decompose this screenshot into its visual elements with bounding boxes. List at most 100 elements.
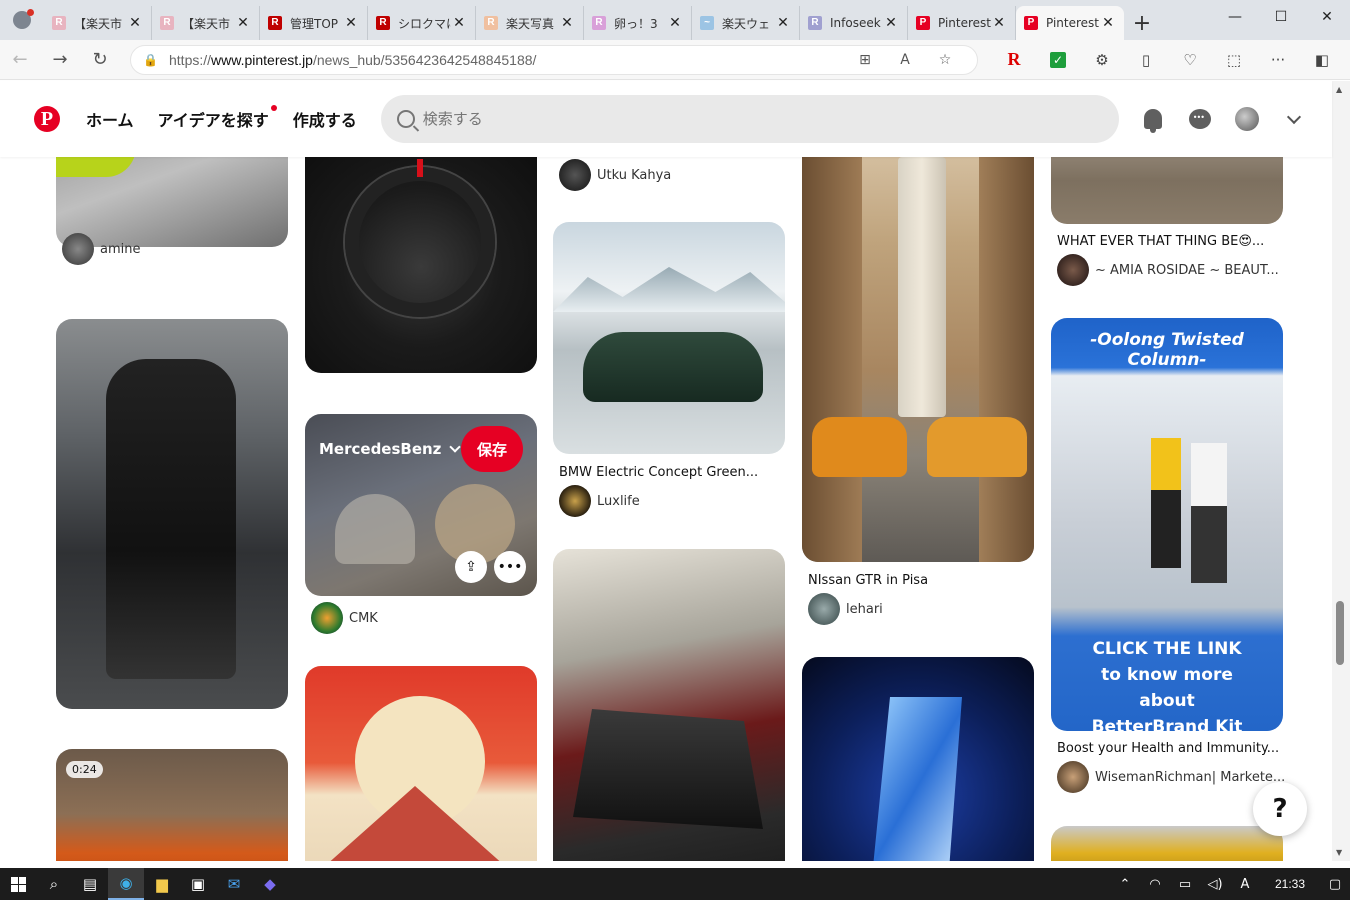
checkmark-extension-icon[interactable]: ✓: [1036, 40, 1080, 80]
more-menu-icon[interactable]: ···: [1256, 40, 1300, 80]
pin-image[interactable]: [1051, 826, 1283, 861]
pin-card[interactable]: MercedesBenz 保存 ⇪ ••• CMK: [305, 414, 537, 634]
tab-close-icon[interactable]: ✕: [343, 15, 359, 31]
ime-indicator[interactable]: A: [1230, 877, 1260, 892]
new-tab-button[interactable]: +: [1124, 6, 1160, 40]
pin-image[interactable]: [553, 222, 785, 454]
browser-tab[interactable]: R 楽天写真 ✕: [476, 6, 584, 40]
pin-card[interactable]: [553, 549, 785, 861]
pin-card[interactable]: [305, 157, 537, 373]
browser-tab[interactable]: R シロクマに✕: [368, 6, 476, 40]
tab-close-icon[interactable]: ✕: [883, 15, 899, 31]
scrollbar-thumb[interactable]: [1336, 601, 1344, 665]
nav-explore[interactable]: アイデアを探す: [158, 105, 277, 131]
browser-tab[interactable]: P Pinterest ✕: [1016, 6, 1124, 40]
browser-tab[interactable]: R Infoseek ✕: [800, 6, 908, 40]
browser-essentials-icon[interactable]: ♡: [1168, 40, 1212, 80]
pin-author[interactable]: lehari: [808, 593, 883, 625]
url-text[interactable]: https://www.pinterest.jp/news_hub/535642…: [169, 52, 845, 68]
account-menu-button[interactable]: [1278, 103, 1310, 135]
pin-card[interactable]: Utku Kahya: [553, 157, 785, 197]
split-screen-icon[interactable]: ▯: [1124, 40, 1168, 80]
browser-tab[interactable]: P Pinterest ✕: [908, 6, 1016, 40]
nav-home[interactable]: ホーム: [86, 107, 134, 131]
pin-card[interactable]: amine: [56, 157, 288, 265]
browser-tab[interactable]: R 管理TOP ✕: [260, 6, 368, 40]
tray-chevron-icon[interactable]: ⌃: [1110, 877, 1140, 892]
favorite-star-icon[interactable]: ☆: [925, 52, 965, 68]
wifi-icon[interactable]: ◠: [1140, 877, 1170, 892]
scroll-up-icon[interactable]: ▲: [1336, 85, 1342, 94]
nav-create[interactable]: 作成する: [293, 107, 357, 131]
app-install-icon[interactable]: ⊞: [845, 52, 885, 68]
tab-close-icon[interactable]: ✕: [991, 15, 1007, 31]
pin-card[interactable]: [305, 666, 537, 861]
pin-image[interactable]: [553, 549, 785, 861]
board-selector[interactable]: MercedesBenz: [319, 440, 462, 458]
store-button[interactable]: ▣: [180, 868, 216, 900]
scroll-down-icon[interactable]: ▼: [1336, 848, 1342, 857]
messages-button[interactable]: [1184, 103, 1216, 135]
sidebar-toggle-icon[interactable]: ◧: [1300, 40, 1344, 80]
pin-card[interactable]: [1051, 826, 1283, 861]
pin-title[interactable]: NIssan GTR in Pisa: [808, 573, 1032, 588]
search-taskbar-button[interactable]: ⌕: [36, 868, 72, 900]
pin-author[interactable]: Utku Kahya: [559, 159, 671, 191]
pinterest-logo-icon[interactable]: P: [34, 106, 60, 132]
browser-tab[interactable]: R 【楽天市 ✕: [44, 6, 152, 40]
pin-author[interactable]: CMK: [311, 602, 378, 634]
pin-card[interactable]: NIssan GTR in Pisa lehari: [802, 157, 1034, 627]
pin-author[interactable]: amine: [62, 233, 140, 265]
browser-profile-button[interactable]: [0, 0, 44, 40]
pin-card[interactable]: 0:24: [56, 749, 288, 861]
battery-icon[interactable]: ▭: [1170, 877, 1200, 892]
pin-image[interactable]: [802, 157, 1034, 562]
tab-close-icon[interactable]: ✕: [235, 15, 251, 31]
browser-tab[interactable]: R 【楽天市 ✕: [152, 6, 260, 40]
pin-card[interactable]: WHAT EVER THAT THING BE😍... ~ AMIA ROSID…: [1051, 157, 1283, 287]
pin-image[interactable]: [305, 666, 537, 861]
lock-icon[interactable]: 🔒: [143, 53, 158, 67]
task-view-button[interactable]: ▤: [72, 868, 108, 900]
tab-close-icon[interactable]: ✕: [127, 15, 143, 31]
clock[interactable]: 21:33: [1260, 877, 1320, 891]
extensions-puzzle-icon[interactable]: ⚙: [1080, 40, 1124, 80]
file-explorer-button[interactable]: ▆: [144, 868, 180, 900]
pin-author[interactable]: Luxlife: [559, 485, 640, 517]
tab-close-icon[interactable]: ✕: [1100, 15, 1116, 31]
pin-title[interactable]: WHAT EVER THAT THING BE😍...: [1057, 234, 1281, 249]
pin-title[interactable]: Boost your Health and Immunity...: [1057, 741, 1281, 756]
tab-close-icon[interactable]: ✕: [451, 15, 467, 31]
back-button[interactable]: ←: [0, 40, 40, 80]
pin-image[interactable]: [802, 657, 1034, 861]
more-options-button[interactable]: •••: [494, 551, 526, 583]
help-button[interactable]: ?: [1253, 782, 1307, 836]
search-input[interactable]: [422, 110, 1023, 128]
pin-title[interactable]: BMW Electric Concept Green...: [559, 465, 783, 480]
app-button[interactable]: ◆: [252, 868, 288, 900]
start-button[interactable]: [0, 868, 36, 900]
pin-card[interactable]: [802, 657, 1034, 861]
pin-author[interactable]: ~ AMIA ROSIDAE ~ BEAUT...: [1057, 254, 1279, 286]
edge-taskbar-button[interactable]: ◉: [108, 868, 144, 900]
pin-image[interactable]: [305, 157, 537, 373]
tab-close-icon[interactable]: ✕: [559, 15, 575, 31]
pin-card[interactable]: [56, 319, 288, 709]
browser-tab[interactable]: R 卵っ！3 ✕: [584, 6, 692, 40]
read-aloud-icon[interactable]: A: [885, 52, 925, 68]
search-bar[interactable]: [380, 95, 1119, 143]
volume-icon[interactable]: ◁): [1200, 877, 1230, 892]
browser-tab[interactable]: ~ 楽天ウェ ✕: [692, 6, 800, 40]
page-scrollbar[interactable]: ▲ ▼: [1332, 81, 1350, 861]
tab-close-icon[interactable]: ✕: [775, 15, 791, 31]
notifications-button[interactable]: [1137, 103, 1169, 135]
share-button[interactable]: ⇪: [455, 551, 487, 583]
pin-card[interactable]: BMW Electric Concept Green... Luxlife: [553, 222, 785, 517]
close-window-button[interactable]: ✕: [1304, 0, 1350, 34]
forward-button[interactable]: →: [40, 40, 80, 80]
pin-image[interactable]: 0:24: [56, 749, 288, 861]
mail-button[interactable]: ✉: [216, 868, 252, 900]
url-bar[interactable]: 🔒 https://www.pinterest.jp/news_hub/5356…: [130, 44, 978, 75]
pin-image[interactable]: [56, 319, 288, 709]
tab-close-icon[interactable]: ✕: [667, 15, 683, 31]
